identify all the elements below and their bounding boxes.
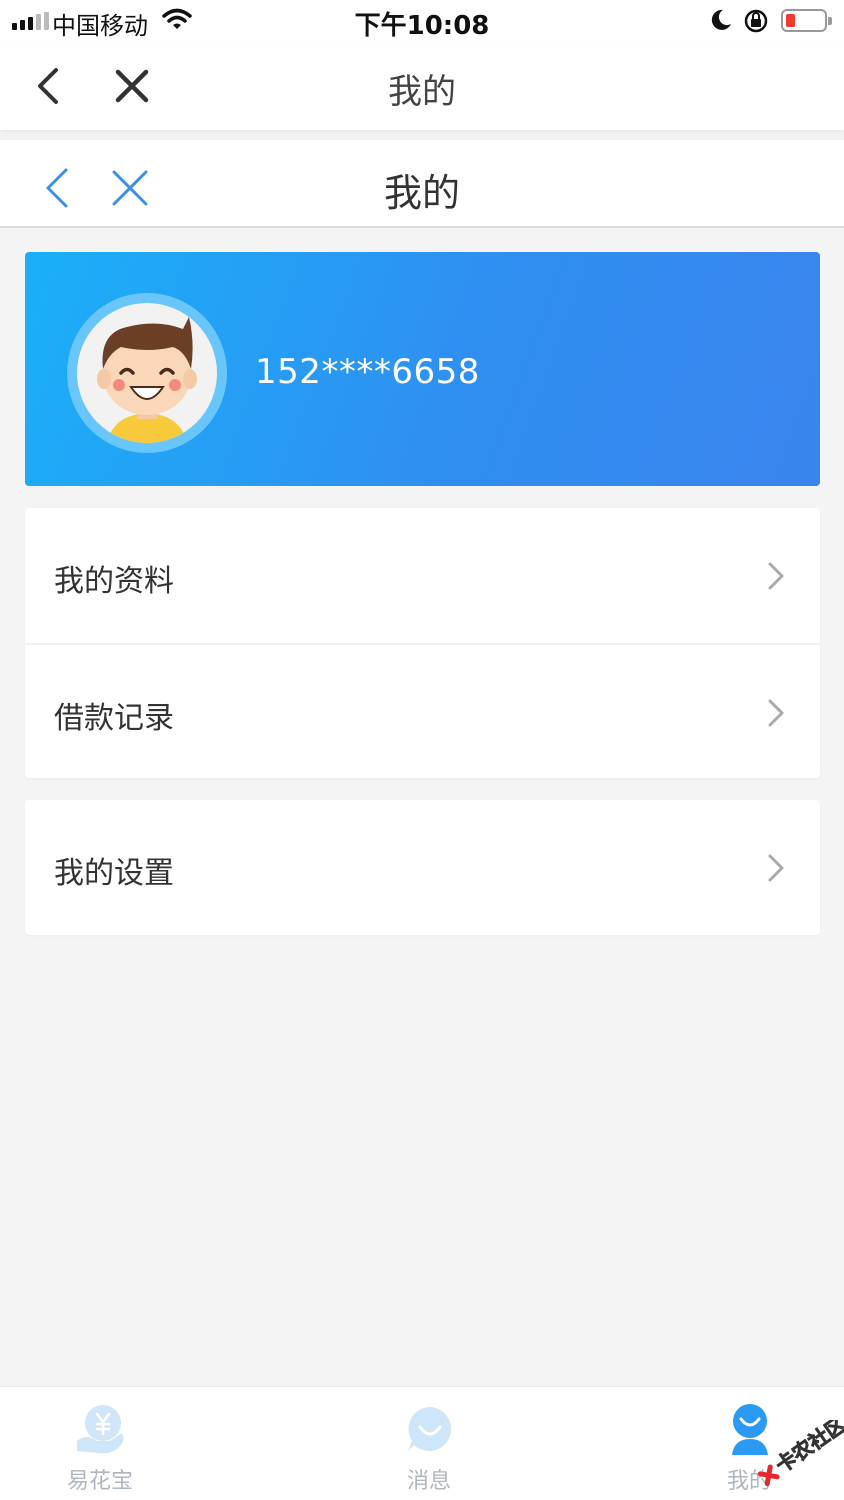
chevron-right-icon <box>768 699 784 727</box>
avatar <box>77 303 217 443</box>
avatar-ring[interactable] <box>67 293 227 453</box>
outer-page-title: 我的 <box>388 72 456 112</box>
phone-number: 152****6658 <box>255 352 480 392</box>
bottom-tab-bar: 易花宝 消息 我的 <box>0 1386 844 1500</box>
tab-messages[interactable]: 消息 <box>354 1387 504 1500</box>
chevron-right-icon <box>768 854 784 882</box>
yen-hand-icon <box>77 1405 124 1454</box>
outer-navigation-bar: 我的 <box>0 44 844 130</box>
chevron-right-icon <box>768 562 784 590</box>
moon-icon <box>711 9 731 30</box>
inner-page-title: 我的 <box>383 171 460 215</box>
tab-label: 易花宝 <box>66 1469 133 1494</box>
status-bar: 中国移动 下午10:08 <box>0 0 844 44</box>
smile-bubble-icon <box>408 1407 452 1451</box>
cartoon-boy-avatar-icon <box>97 317 197 443</box>
menu-item-my-profile[interactable]: 我的资料 <box>25 508 820 643</box>
rotation-lock-icon <box>744 9 768 33</box>
menu-item-label: 借款记录 <box>54 701 174 736</box>
battery-icon <box>781 9 832 32</box>
menu-item-label: 我的设置 <box>54 856 174 891</box>
menu-item-loan-records[interactable]: 借款记录 <box>25 643 820 778</box>
profile-card: 152****6658 <box>25 252 820 486</box>
watermark-logo: 卡农社区 <box>757 1420 844 1487</box>
menu-item-label: 我的资料 <box>54 564 174 599</box>
inner-navigation-bar: 我的 <box>0 140 844 228</box>
menu-group-account: 我的资料 借款记录 <box>25 508 820 778</box>
menu-item-my-settings[interactable]: 我的设置 <box>25 800 820 935</box>
tab-label: 消息 <box>406 1469 451 1494</box>
menu-group-settings: 我的设置 <box>25 800 820 935</box>
tab-yihuabao[interactable]: 易花宝 <box>25 1387 175 1500</box>
watermark-text: 卡农社区 <box>771 1420 844 1477</box>
